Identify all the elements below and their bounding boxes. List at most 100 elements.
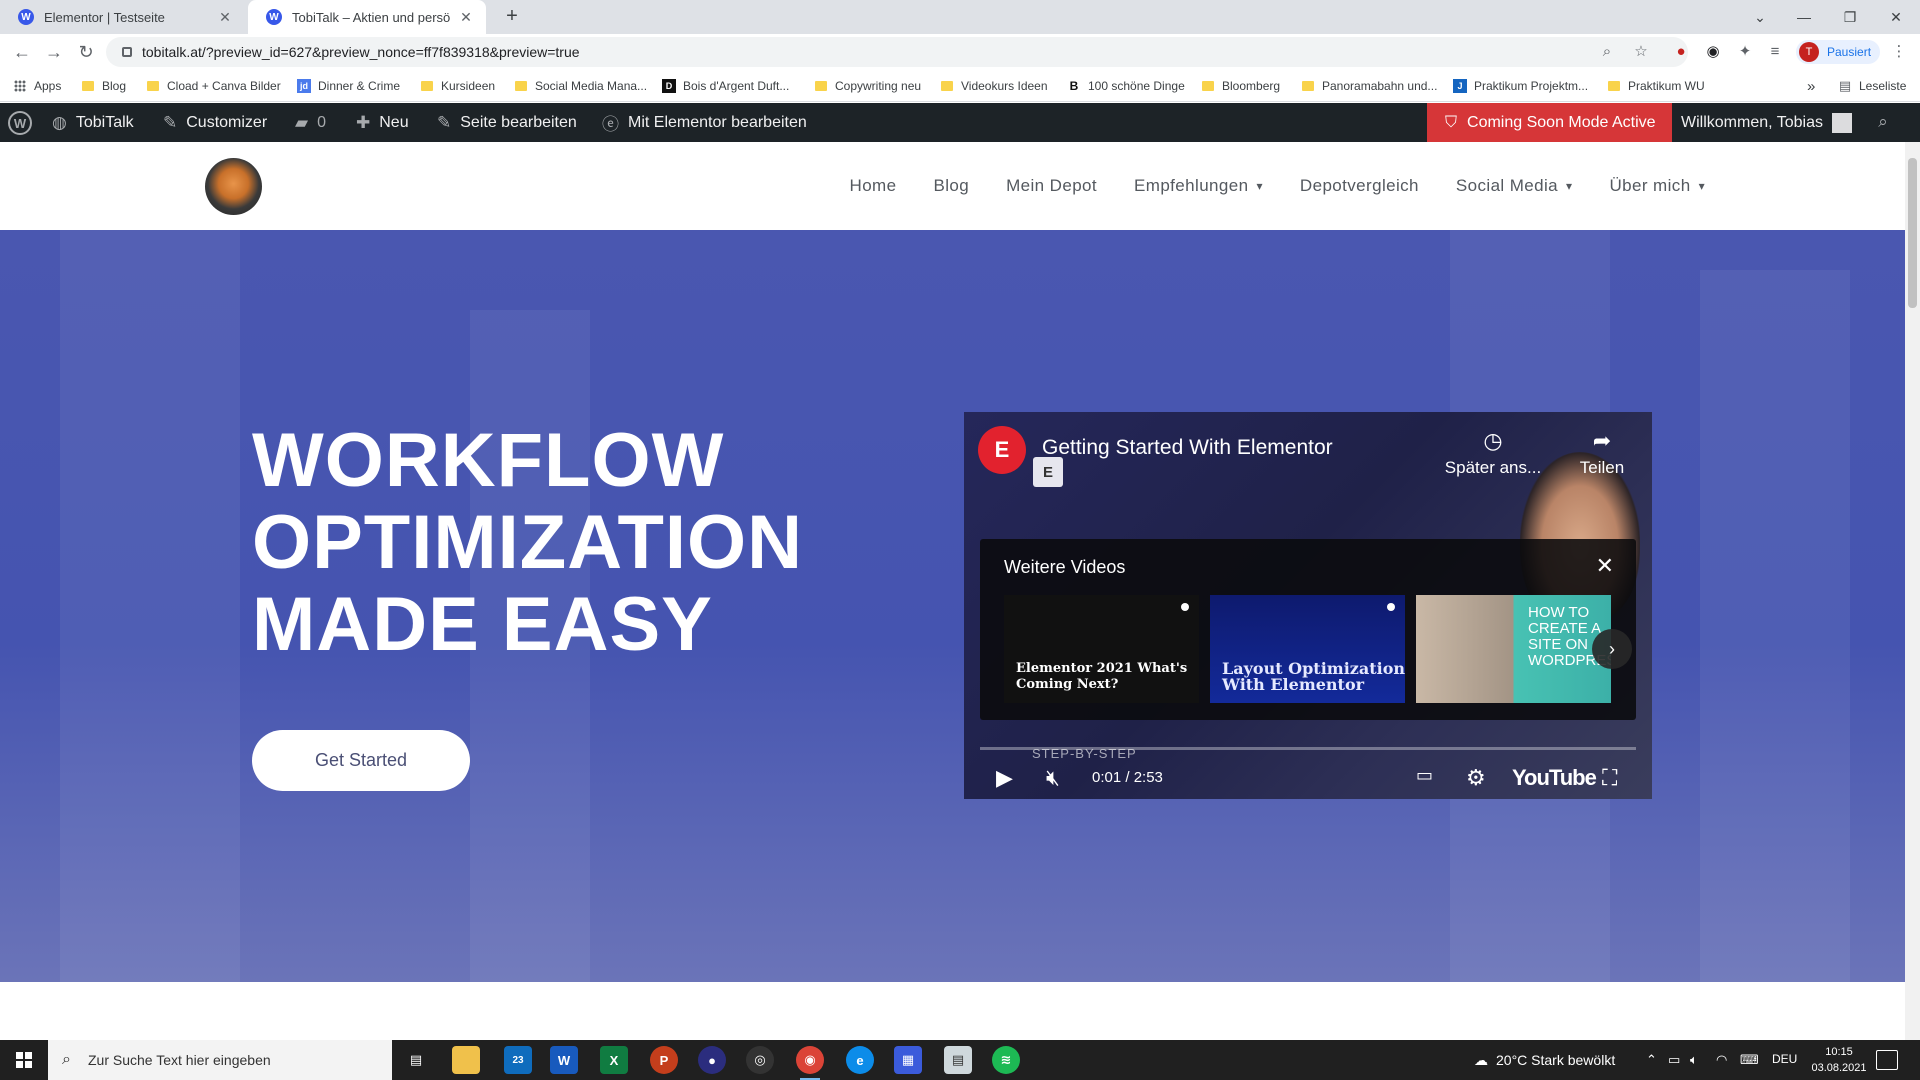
forward-arrow-icon[interactable]: → [42, 40, 66, 64]
elementor-channel-logo[interactable]: E [978, 426, 1026, 474]
nav-empfehlungen[interactable]: Empfehlungen ▾ [1134, 176, 1263, 196]
bookmark-social-media[interactable]: Social Media Mana... [515, 78, 647, 94]
tab-elementor-testseite[interactable]: W Elementor | Testseite ✕ [0, 0, 245, 34]
chevron-up-icon[interactable]: ⌃ [1646, 1052, 1657, 1068]
page-scrollbar[interactable] [1905, 142, 1920, 1040]
nav-mein-depot[interactable]: Mein Depot [1006, 176, 1097, 196]
notepad-icon[interactable]: ▤ [944, 1046, 972, 1074]
reload-icon[interactable]: ↻ [74, 40, 98, 64]
coming-soon-badge[interactable]: ⛉ Coming Soon Mode Active [1427, 103, 1672, 142]
obs-icon[interactable]: ◎ [746, 1046, 774, 1074]
bookmark-blog[interactable]: Blog [82, 78, 126, 94]
bookmark-videokurs[interactable]: Videokurs Ideen [941, 78, 1048, 94]
scrollbar-thumb[interactable] [1908, 158, 1917, 308]
bookmark-praktikum-projektm[interactable]: J Praktikum Projektm... [1453, 78, 1588, 94]
tab-search-icon[interactable]: ⌄ [1740, 4, 1780, 30]
subtitles-icon[interactable]: ▭ [1416, 765, 1433, 786]
bookmark-bois-dargent[interactable]: D Bois d'Argent Duft... [662, 78, 789, 94]
video-title[interactable]: Getting Started With Elementor [1042, 436, 1333, 460]
bookmark-praktikum-wu[interactable]: Praktikum WU [1608, 78, 1705, 94]
keyboard-icon[interactable]: ⌨ [1740, 1052, 1759, 1068]
menu-kebab-icon[interactable]: ⋮ [1890, 43, 1908, 61]
spotify-icon[interactable]: ≋ [992, 1046, 1020, 1074]
reading-queue-icon[interactable]: ≡ [1766, 43, 1784, 61]
minimize-button[interactable]: — [1784, 4, 1824, 30]
back-arrow-icon[interactable]: ← [10, 40, 34, 64]
bookmark-bloomberg[interactable]: Bloomberg [1202, 78, 1280, 94]
notification-center-icon[interactable] [1876, 1050, 1898, 1070]
word-icon[interactable]: W [550, 1046, 578, 1074]
nav-blog[interactable]: Blog [933, 176, 969, 196]
taskbar-search-box[interactable]: ⌕ Zur Suche Text hier eingeben [48, 1040, 392, 1080]
mail-icon[interactable]: 23 [504, 1046, 532, 1074]
chevron-down-icon: ▾ [1256, 179, 1263, 193]
fullscreen-icon[interactable]: ⛶ [1602, 765, 1617, 791]
youtube-logo[interactable]: YouTube [1512, 765, 1597, 791]
nav-social-media[interactable]: Social Media ▾ [1456, 176, 1573, 196]
bookmark-star-icon[interactable]: ☆ [1632, 43, 1650, 61]
bookmark-dinner-crime[interactable]: jd Dinner & Crime [297, 78, 400, 94]
video-thumbnail[interactable]: HOW TO CREATE A SITE ON WORDPRESS [1416, 595, 1611, 703]
site-logo-avatar[interactable] [205, 158, 262, 215]
wordpress-logo-icon[interactable]: W [8, 111, 32, 135]
wifi-icon[interactable]: ◠ [1716, 1052, 1727, 1068]
admin-welcome[interactable]: Willkommen, Tobias [1681, 103, 1852, 142]
extension-abp-icon[interactable]: ● [1672, 43, 1690, 61]
tab-tobitalk[interactable]: W TobiTalk – Aktien und persönlich ✕ [248, 0, 486, 34]
admin-site-name[interactable]: ◍ TobiTalk [52, 103, 134, 142]
bookmark-panoramabahn[interactable]: Panoramabahn und... [1302, 78, 1437, 94]
share-button[interactable]: ➦ Teilen [1562, 428, 1642, 478]
nav-ueber-mich[interactable]: Über mich ▾ [1609, 176, 1705, 196]
start-button[interactable] [0, 1040, 48, 1080]
video-thumbnail[interactable]: Layout Optimization With Elementor [1210, 595, 1405, 703]
gear-icon[interactable]: ⚙ [1466, 765, 1486, 791]
watch-later-button[interactable]: ◷ Später ans... [1438, 428, 1548, 478]
calculator-icon[interactable]: ▦ [894, 1046, 922, 1074]
address-bar[interactable]: tobitalk.at/?preview_id=627&preview_nonc… [106, 37, 1688, 67]
tab-close-icon[interactable]: ✕ [217, 9, 233, 26]
new-tab-button[interactable]: + [500, 5, 524, 29]
tab-close-icon[interactable]: ✕ [458, 9, 474, 26]
play-icon[interactable]: ▶ [996, 765, 1013, 791]
close-window-button[interactable]: ✕ [1876, 4, 1916, 30]
restore-button[interactable]: ❐ [1830, 4, 1870, 30]
input-language[interactable]: DEU [1772, 1052, 1797, 1066]
taskbar-clock[interactable]: 10:15 03.08.2021 [1808, 1044, 1870, 1076]
excel-icon[interactable]: X [600, 1046, 628, 1074]
task-view-icon[interactable]: ▤ [402, 1046, 430, 1074]
admin-new[interactable]: ✚ Neu [356, 103, 409, 142]
file-explorer-icon[interactable] [452, 1046, 480, 1074]
speaker-icon[interactable]: 🔈︎ [1690, 1052, 1698, 1068]
admin-search-icon[interactable]: ⌕ [1872, 112, 1894, 134]
bookmark-kursideen[interactable]: Kursideen [421, 78, 495, 94]
bookmark-copywriting[interactable]: Copywriting neu [815, 78, 921, 94]
bookmark-cload-canva[interactable]: Cload + Canva Bilder [147, 78, 281, 94]
video-thumbnail[interactable]: Elementor 2021 What's Coming Next? [1004, 595, 1199, 703]
reading-list-button[interactable]: ▤ Leseliste [1838, 78, 1907, 94]
nav-home[interactable]: Home [850, 176, 897, 196]
bookmark-100-dinge[interactable]: B 100 schöne Dinge [1067, 78, 1185, 94]
admin-customizer[interactable]: ✎ Customizer [163, 103, 267, 142]
bookmark-apps[interactable]: Apps [14, 78, 61, 94]
profile-button[interactable]: T Pausiert [1796, 40, 1880, 64]
extensions-puzzle-icon[interactable]: ✦ [1736, 43, 1754, 61]
nav-depotvergleich[interactable]: Depotvergleich [1300, 176, 1419, 196]
youtube-video-player[interactable]: E E Getting Started With Elementor ◷ Spät… [964, 412, 1652, 799]
powerpoint-icon[interactable]: P [650, 1046, 678, 1074]
edge-icon[interactable]: e [846, 1046, 874, 1074]
app-icon[interactable]: ● [698, 1046, 726, 1074]
weather-widget[interactable]: ☁ 20°C Stark bewölkt [1474, 1040, 1615, 1080]
chevron-right-icon[interactable]: › [1592, 629, 1632, 669]
close-icon[interactable]: ✕ [1596, 553, 1614, 579]
chrome-icon[interactable]: ◉ [796, 1046, 824, 1080]
bookmarks-overflow-button[interactable]: » [1807, 78, 1815, 95]
comment-bubble-icon: ▰ [295, 112, 309, 132]
battery-icon[interactable]: ▭ [1668, 1052, 1680, 1068]
zoom-icon[interactable]: ⌕ [1598, 43, 1616, 61]
extension-grammarly-icon[interactable]: ◉ [1704, 43, 1722, 61]
admin-edit-elementor[interactable]: ⓔ Mit Elementor bearbeiten [602, 103, 807, 142]
get-started-button[interactable]: Get Started [252, 730, 470, 791]
admin-comments[interactable]: ▰ 0 [295, 103, 326, 142]
admin-edit-page[interactable]: ✎ Seite bearbeiten [437, 103, 577, 142]
muted-speaker-icon[interactable]: 🔇︎ [1046, 765, 1060, 791]
